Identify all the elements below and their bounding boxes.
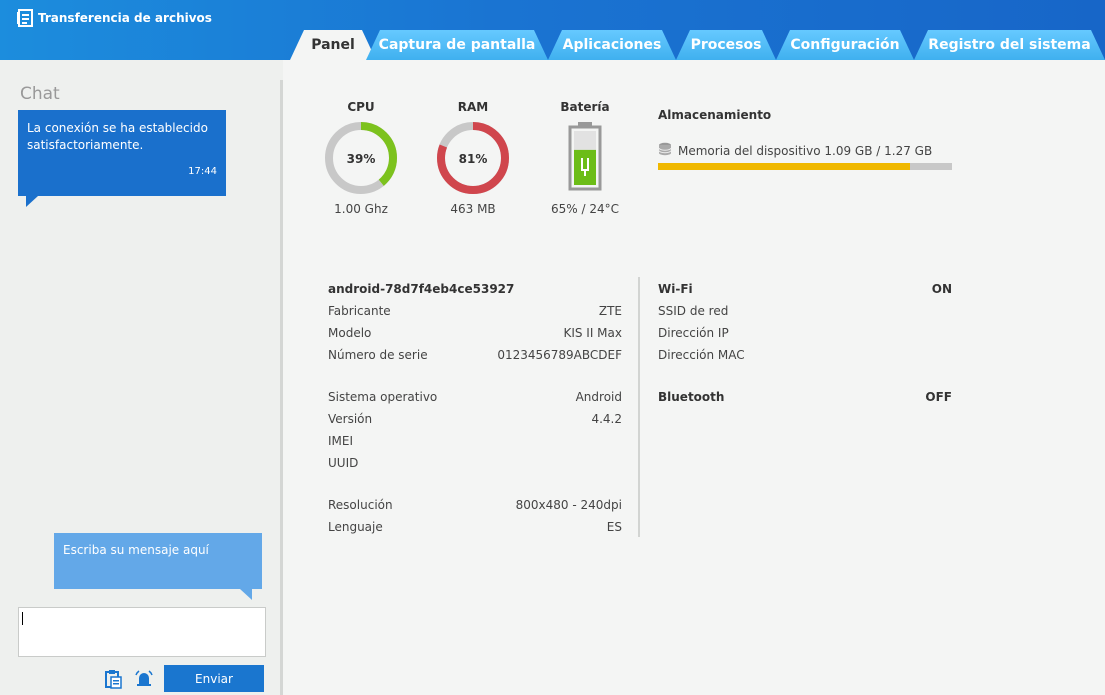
message-hint-bubble: Escriba su mensaje aquí xyxy=(54,533,262,600)
cpu-ring: 39% xyxy=(325,122,397,194)
battery-status: 65% / 24°C xyxy=(551,202,619,216)
tab-label: Panel xyxy=(311,37,355,53)
device-name: android-78d7f4eb4ce53927 xyxy=(328,278,622,300)
cpu-title: CPU xyxy=(347,100,375,114)
tab-settings[interactable]: Configuración xyxy=(776,30,914,60)
info-value: 0123456789ABCDEF xyxy=(497,348,622,362)
incoming-message: La conexión se ha establecido satisfacto… xyxy=(18,110,226,207)
info-row-resolution: Resolución 800x480 - 240dpi xyxy=(328,494,622,516)
info-label: Dirección MAC xyxy=(658,348,745,362)
info-row-uuid: UUID xyxy=(328,452,622,474)
tab-screenshot[interactable]: Captura de pantalla xyxy=(366,30,548,60)
cpu-gauge: CPU 39% 1.00 Ghz xyxy=(321,100,401,216)
tab-label: Captura de pantalla xyxy=(378,37,536,53)
message-input[interactable] xyxy=(18,607,266,657)
tab-panel[interactable]: Panel xyxy=(290,30,376,60)
device-name-text: android-78d7f4eb4ce53927 xyxy=(328,282,515,296)
info-value: 4.4.2 xyxy=(591,412,622,426)
storage-bar-fill xyxy=(658,163,911,170)
battery-icon xyxy=(568,122,602,191)
bluetooth-status: OFF xyxy=(925,390,952,404)
bluetooth-label: Bluetooth xyxy=(658,390,725,404)
info-row-model: Modelo KIS II Max xyxy=(328,322,622,344)
tab-system-log[interactable]: Registro del sistema xyxy=(914,30,1105,60)
incoming-message-text: La conexión se ha establecido satisfacto… xyxy=(27,121,208,152)
ram-percent: 81% xyxy=(459,152,488,166)
file-transfer-icon xyxy=(16,9,34,27)
info-row-manufacturer: Fabricante ZTE xyxy=(328,300,622,322)
storage-label: Memoria del dispositivo 1.09 GB / 1.27 G… xyxy=(678,143,933,158)
info-label: Dirección IP xyxy=(658,326,729,340)
tab-label: Configuración xyxy=(790,37,900,53)
info-row-imei: IMEI xyxy=(328,430,622,452)
network-info: Wi-Fi ON SSID de red Dirección IP Direcci… xyxy=(658,278,952,408)
info-label: Fabricante xyxy=(328,304,391,318)
cpu-percent: 39% xyxy=(347,152,376,166)
text-caret xyxy=(22,612,23,625)
chat-panel: Chat La conexión se ha establecido satis… xyxy=(0,60,280,695)
battery-gauge: Batería 65% / 24°C xyxy=(545,100,625,216)
info-value: KIS II Max xyxy=(563,326,622,340)
storage-bar xyxy=(658,163,952,170)
wifi-status: ON xyxy=(931,282,952,296)
database-icon xyxy=(658,142,672,159)
clipboard-icon[interactable] xyxy=(103,669,123,689)
tab-processes[interactable]: Procesos xyxy=(676,30,776,60)
info-row-ssid: SSID de red xyxy=(658,300,952,322)
app-title: Transferencia de archivos xyxy=(16,8,212,28)
info-value: ZTE xyxy=(598,304,622,318)
info-label: IMEI xyxy=(328,434,354,448)
info-value: Android xyxy=(575,390,622,404)
info-label: Versión xyxy=(328,412,373,426)
info-label: Sistema operativo xyxy=(328,390,438,404)
info-label: SSID de red xyxy=(658,304,729,318)
bluetooth-row: Bluetooth OFF xyxy=(658,386,952,408)
send-button[interactable]: Enviar xyxy=(164,665,264,692)
battery-title: Batería xyxy=(560,100,610,114)
storage-section: Almacenamiento Memoria del dispositivo 1… xyxy=(658,108,952,170)
tab-applications[interactable]: Aplicaciones xyxy=(548,30,676,60)
info-label: Modelo xyxy=(328,326,372,340)
alarm-bell-icon[interactable] xyxy=(134,669,154,689)
app-title-text: Transferencia de archivos xyxy=(38,11,212,25)
info-row-mac: Dirección MAC xyxy=(658,344,952,366)
wifi-row: Wi-Fi ON xyxy=(658,278,952,300)
info-row-os: Sistema operativo Android xyxy=(328,386,622,408)
ram-ring: 81% xyxy=(437,122,509,194)
tab-label: Aplicaciones xyxy=(562,37,662,53)
message-hint-text: Escriba su mensaje aquí xyxy=(63,543,209,557)
ram-usage: 463 MB xyxy=(450,202,496,216)
info-value: 800x480 - 240dpi xyxy=(515,498,622,512)
title-bar: Transferencia de archivos Panel Captura … xyxy=(0,0,1105,60)
message-time: 17:44 xyxy=(188,166,217,177)
info-value: ES xyxy=(606,520,622,534)
info-divider xyxy=(638,277,640,537)
info-label: Lenguaje xyxy=(328,520,383,534)
info-row-language: Lenguaje ES xyxy=(328,516,622,538)
tab-label: Registro del sistema xyxy=(928,37,1091,53)
info-row-ip: Dirección IP xyxy=(658,322,952,344)
info-label: Resolución xyxy=(328,498,393,512)
device-info: android-78d7f4eb4ce53927 Fabricante ZTE M… xyxy=(328,278,622,538)
ram-title: RAM xyxy=(457,100,489,114)
info-row-serial: Número de serie 0123456789ABCDEF xyxy=(328,344,622,366)
info-label: UUID xyxy=(328,456,359,470)
dashboard-panel: CPU 39% 1.00 Ghz RAM 81% 463 MB Batería … xyxy=(283,60,1105,695)
tab-label: Procesos xyxy=(690,37,762,53)
ram-gauge: RAM 81% 463 MB xyxy=(433,100,513,216)
cpu-frequency: 1.00 Ghz xyxy=(334,202,388,216)
wifi-label: Wi-Fi xyxy=(658,282,693,296)
chat-title: Chat xyxy=(20,84,60,104)
storage-title: Almacenamiento xyxy=(658,108,772,122)
info-label: Número de serie xyxy=(328,348,428,362)
info-row-version: Versión 4.4.2 xyxy=(328,408,622,430)
